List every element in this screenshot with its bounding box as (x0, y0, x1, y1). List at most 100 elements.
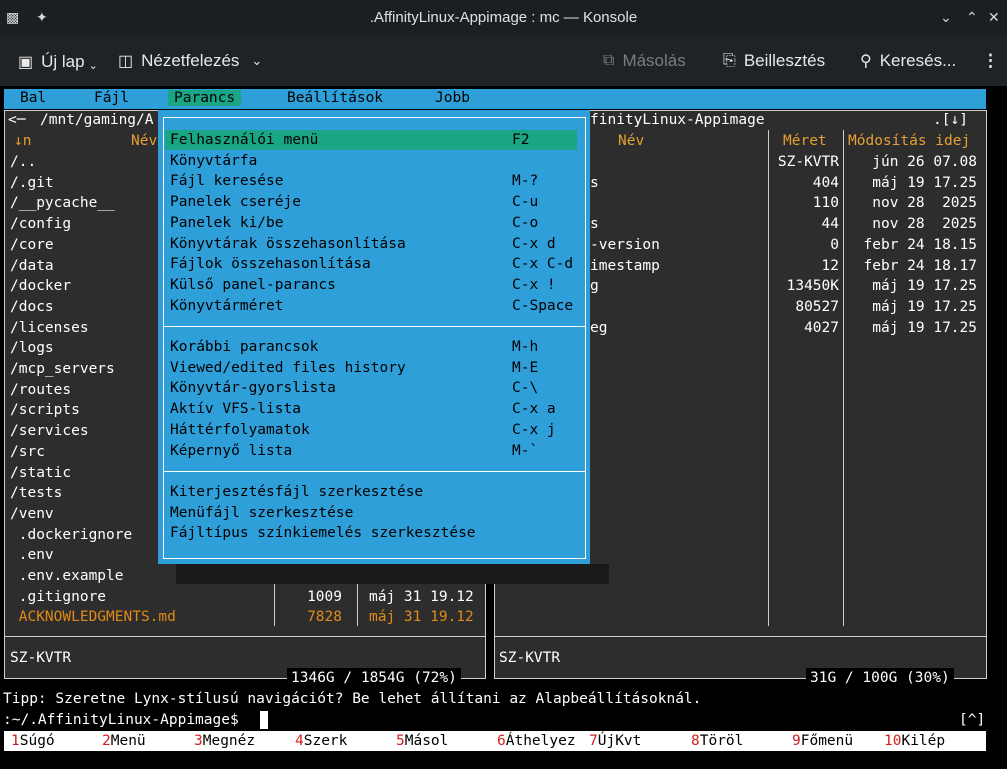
fkey-number: 1 (11, 733, 20, 749)
dropdown-item[interactable]: Aktív VFS-lista C-x a (170, 399, 580, 419)
left-file-name[interactable]: /.. (10, 152, 36, 172)
dropdown-item[interactable]: Háttérfolyamatok C-x j (170, 420, 580, 440)
fkey-button-6[interactable]: 6Áthelyez (497, 731, 576, 751)
right-file-name[interactable]: imestamp (590, 256, 660, 276)
dropdown-item[interactable]: Könyvtárfa (170, 151, 580, 171)
split-view-button[interactable]: ◫ Nézetfelezés ⌄ (118, 51, 262, 71)
maximize-icon[interactable]: ⌃ (966, 9, 978, 26)
new-tab-button[interactable]: ▣ Új lap ⌄ (18, 51, 98, 73)
dropdown-item[interactable]: Menüfájl szerkesztése (170, 503, 580, 523)
dropdown-item-shortcut: M-h (512, 339, 539, 355)
dropdown-item[interactable]: Felhasználói menü F2 (165, 130, 577, 150)
left-file-name[interactable]: /.git (10, 173, 54, 193)
left-file-name[interactable]: /static (10, 463, 71, 483)
fkey-button-9[interactable]: 9Főmenü (792, 731, 853, 751)
left-file-name[interactable]: /logs (10, 338, 54, 358)
left-file-name[interactable]: /config (10, 214, 71, 234)
dropdown-item[interactable]: Könyvtár-gyorslista C-\ (170, 378, 580, 398)
menu-left[interactable]: Bal (20, 90, 46, 106)
fkey-button-2[interactable]: 2Menü (102, 731, 146, 751)
fkey-button-4[interactable]: 4Szerk (295, 731, 347, 751)
left-file-name[interactable]: .gitignore (10, 587, 106, 607)
right-file-name[interactable]: g (590, 276, 599, 296)
right-header-name[interactable]: Név (618, 131, 644, 151)
menu-options[interactable]: Beállítások (287, 90, 383, 106)
dropdown-item[interactable]: Viewed/edited files history M-E (170, 358, 580, 378)
left-file-name[interactable]: /core (10, 235, 54, 255)
dropdown-item-shortcut: M-` (512, 442, 539, 459)
konsole-toolbar: ▣ Új lap ⌄ ◫ Nézetfelezés ⌄ ⧉ Másolás ⎘ … (0, 36, 1007, 86)
chevron-down-icon: ⌄ (88, 60, 98, 72)
menu-file[interactable]: Fájl (94, 90, 129, 106)
left-panel-path: /mnt/gaming/A (40, 112, 154, 128)
left-file-name[interactable]: .env (10, 545, 54, 565)
fkey-button-10[interactable]: 10Kilép (884, 731, 945, 751)
dropdown-item-shortcut: C-x ! (512, 276, 556, 293)
copy-button[interactable]: ⧉ Másolás (603, 51, 686, 71)
left-file-name[interactable]: /__pycache__ (10, 193, 115, 213)
dropdown-item-shortcut: M-? (512, 173, 539, 190)
right-status: SZ-KVTR (499, 650, 561, 666)
left-file-name[interactable]: /data (10, 256, 54, 276)
left-file-name[interactable]: ACKNOWLEDGMENTS.md (10, 607, 176, 627)
close-icon[interactable]: ✕ (988, 9, 1000, 26)
paste-button[interactable]: ⎘ Beillesztés (723, 51, 825, 71)
dropdown-item-shortcut: C-x a (512, 401, 556, 418)
left-file-name[interactable]: /routes (10, 380, 71, 400)
hamburger-menu-icon[interactable]: ⋮ (982, 51, 999, 71)
left-file-name[interactable]: /mcp_servers (10, 359, 115, 379)
fkey-number: 4 (295, 733, 304, 749)
right-header-size[interactable]: Méret (783, 131, 827, 151)
dropdown-item-label: Felhasználói menü (170, 132, 319, 148)
right-file-name[interactable]: eg (590, 318, 607, 338)
dropdown-item-label: Könyvtár-gyorslista (170, 380, 336, 397)
dropdown-item[interactable]: Külső panel-parancs C-x ! (170, 275, 580, 295)
right-file-name[interactable]: s (590, 214, 599, 234)
minimize-icon[interactable]: ⌄ (940, 9, 952, 26)
left-file-name[interactable]: .env.example (10, 566, 124, 586)
menu-right[interactable]: Jobb (435, 90, 470, 106)
dropdown-item[interactable]: Könyvtárméret C-Space (170, 296, 580, 316)
dropdown-item[interactable]: Könyvtárak összehasonlítása C-x d (170, 234, 580, 254)
dropdown-item[interactable]: Panelek ki/be C-o (170, 213, 580, 233)
left-header-name[interactable]: Név (131, 131, 157, 151)
prompt-corner[interactable]: [^] (959, 710, 985, 730)
menu-command[interactable]: Parancs (168, 90, 242, 106)
right-panel-corner[interactable]: .[↓] (933, 110, 968, 130)
left-file-name[interactable]: .dockerignore (10, 525, 133, 545)
left-file-name[interactable]: /docs (10, 297, 54, 317)
shell-prompt[interactable]: :~/.AffinityLinux-Appimage$ (3, 710, 239, 730)
right-header-date[interactable]: Módosítás idej (848, 131, 970, 151)
fkey-label: ÚjKvt (597, 733, 642, 749)
dropdown-item[interactable]: Fájlok összehasonlítása C-x C-d (170, 254, 580, 274)
dropdown-item-shortcut: F2 (512, 132, 530, 148)
dropdown-item-label: Fájl keresése (170, 173, 284, 190)
left-sort-indicator[interactable]: ↓n (14, 131, 31, 151)
left-file-name[interactable]: /src (10, 442, 45, 462)
dropdown-item[interactable]: Fájl keresése M-? (170, 171, 580, 191)
fkey-label: Súgó (19, 733, 55, 749)
dropdown-item[interactable]: Képernyő lista M-` (170, 441, 580, 461)
search-button[interactable]: ⚲ Keresés... (860, 51, 956, 71)
right-file-name[interactable]: -version (590, 235, 660, 255)
left-file-name[interactable]: /docker (10, 276, 71, 296)
right-panel-path: finityLinux-Appimage (590, 112, 765, 128)
left-file-name[interactable]: /licenses (10, 318, 89, 338)
dropdown-item[interactable]: Korábbi parancsok M-h (170, 337, 580, 357)
left-file-name[interactable]: /venv (10, 504, 54, 524)
fkey-button-7[interactable]: 7ÚjKvt (589, 731, 641, 751)
right-file-size: 13450K (786, 278, 839, 295)
fkey-number: 2 (102, 733, 111, 749)
dropdown-item-label: Fájltípus színkiemelés szerkesztése (170, 525, 476, 542)
left-file-name[interactable]: /services (10, 421, 89, 441)
left-file-name[interactable]: /scripts (10, 400, 80, 420)
left-file-name[interactable]: /tests (10, 483, 62, 503)
dropdown-item[interactable]: Fájltípus színkiemelés szerkesztése (170, 523, 580, 543)
dropdown-item[interactable]: Kiterjesztésfájl szerkesztése (170, 482, 580, 502)
dropdown-item[interactable]: Panelek cseréje C-u (170, 192, 580, 212)
fkey-button-8[interactable]: 8Töröl (691, 731, 743, 751)
fkey-button-5[interactable]: 5Másol (396, 731, 448, 751)
fkey-button-1[interactable]: 1Súgó (11, 731, 55, 751)
fkey-button-3[interactable]: 3Megnéz (194, 731, 255, 751)
right-file-name[interactable]: s (590, 173, 599, 193)
